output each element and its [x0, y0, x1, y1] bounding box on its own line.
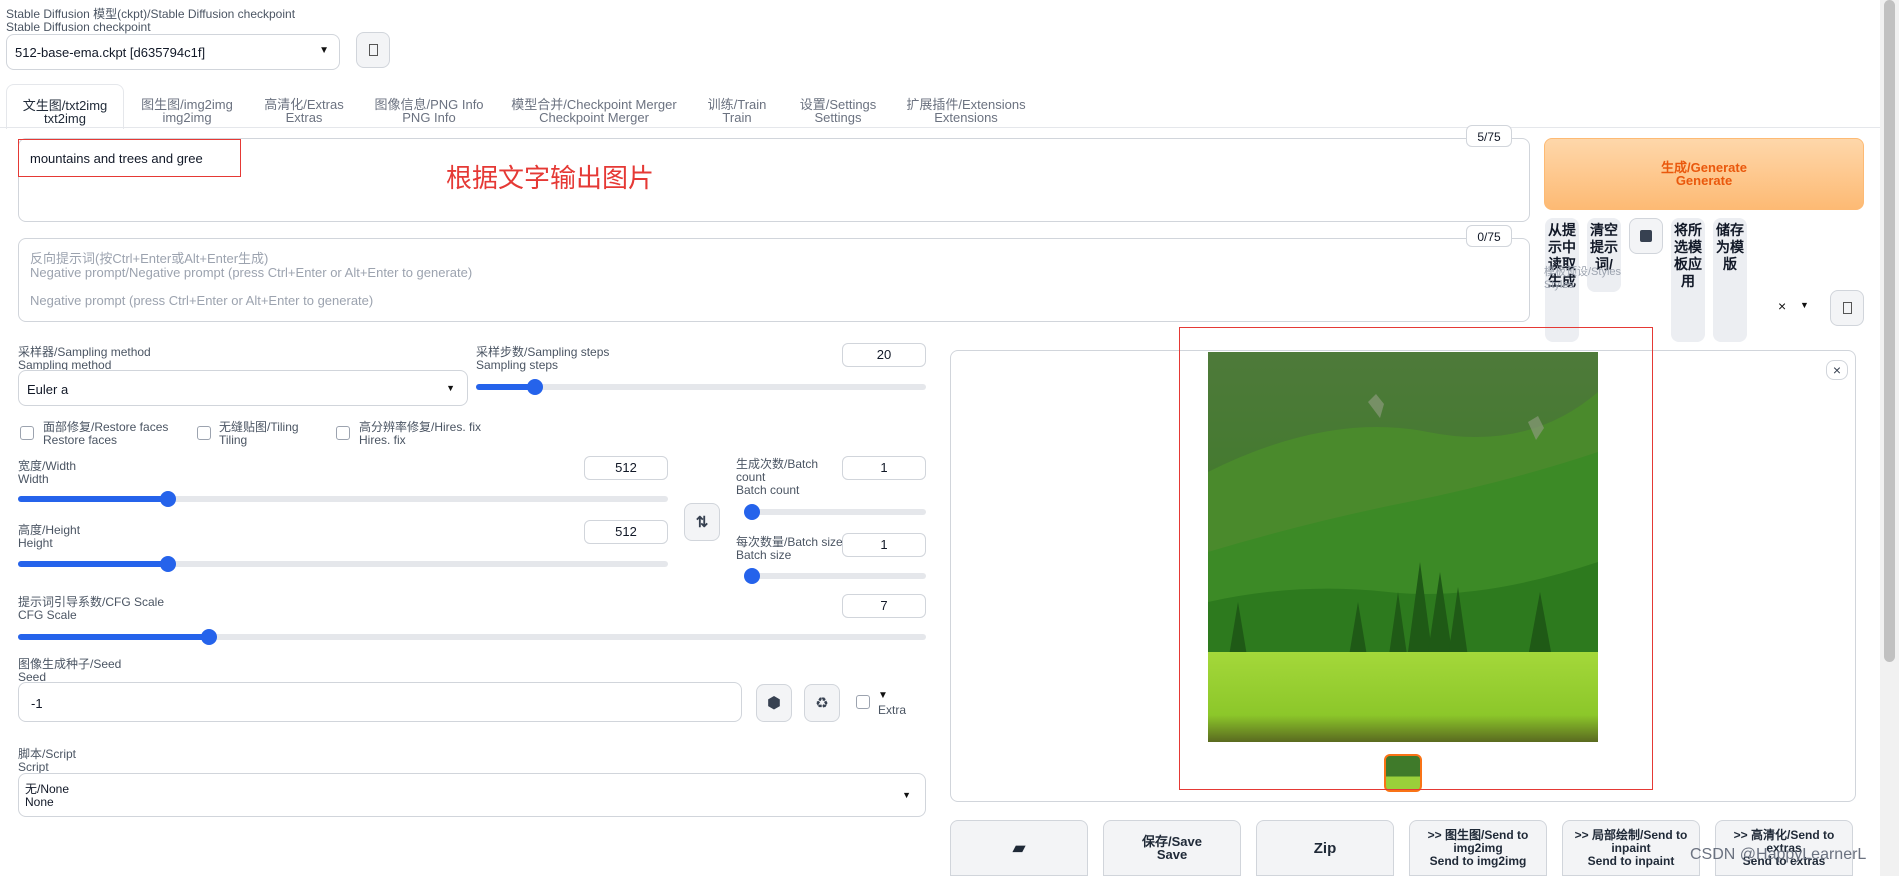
reuse-seed-button[interactable]: ♻	[804, 684, 840, 722]
sampling-method-label: 采样器/Sampling method Sampling method	[18, 345, 151, 372]
extra-seed-label: Extra	[878, 703, 907, 717]
scrollbar-thumb[interactable]	[1884, 0, 1895, 662]
negative-prompt-token-counter: 0/75	[1466, 225, 1512, 247]
chevron-down-icon: ▼	[446, 383, 455, 393]
extra-seed-checkbox[interactable]	[856, 695, 870, 709]
width-slider[interactable]	[18, 491, 668, 507]
slider-thumb[interactable]	[159, 491, 176, 507]
slider-thumb[interactable]	[526, 379, 543, 395]
tab-txt2img[interactable]: 文生图/txt2img txt2img	[6, 84, 124, 129]
cfg-scale-slider[interactable]	[18, 629, 926, 645]
prompt-token-counter: 5/75	[1466, 125, 1512, 147]
checkpoint-label: Stable Diffusion 模型(ckpt)/Stable Diffusi…	[6, 7, 296, 34]
slider-thumb[interactable]	[159, 556, 176, 572]
sampling-steps-label: 采样步数/Sampling steps Sampling steps	[476, 345, 610, 372]
script-select[interactable]: 无/None None ▼	[18, 773, 926, 817]
height-label: 高度/Height Height	[18, 523, 81, 550]
watermark: CSDN @HappyLearnerL	[1690, 846, 1867, 863]
hires-fix-label: 高分辨率修复/Hires. fix Hires. fix	[359, 420, 482, 447]
styles-clear-icon[interactable]: ×	[1778, 298, 1786, 314]
refresh-icon	[1842, 302, 1852, 314]
extra-networks-button[interactable]	[1629, 218, 1663, 254]
prompt-highlight-box	[18, 139, 241, 177]
prompt-input[interactable]	[18, 138, 1530, 222]
send-to-img2img-button[interactable]: >> 图生图/Send to img2img Send to img2img	[1409, 820, 1547, 876]
styles-select[interactable]: × ▼	[1544, 290, 1820, 324]
restore-faces-checkbox[interactable]	[20, 426, 34, 440]
chevron-down-icon: ▼	[1800, 300, 1809, 310]
restore-faces-label: 面部修复/Restore faces Restore faces	[43, 420, 169, 447]
checkpoint-value: 512-base-ema.ckpt [d635794c1f]	[15, 45, 206, 60]
batch-size-input[interactable]: 1	[842, 533, 926, 557]
chevron-down-icon: ▼	[902, 790, 911, 800]
sampling-method-select[interactable]: Euler a ▼	[18, 370, 468, 406]
close-icon[interactable]: ×	[1826, 360, 1848, 380]
zip-button[interactable]: Zip	[1256, 820, 1394, 876]
checkpoint-select[interactable]: 512-base-ema.ckpt [d635794c1f] ▼	[6, 34, 340, 70]
seed-label: 图像生成种子/Seed Seed	[18, 657, 122, 684]
sampling-method-value: Euler a	[27, 382, 69, 397]
generate-button[interactable]: 生成/Generate Generate	[1544, 138, 1864, 210]
height-input[interactable]: 512	[584, 520, 668, 544]
vertical-scrollbar[interactable]	[1880, 0, 1899, 876]
negative-prompt-placeholder: 反向提示词(按Ctrl+Enter或Alt+Enter生成) Negative …	[30, 251, 473, 308]
seed-value: -1	[31, 696, 43, 711]
tab-img2img[interactable]: 图生图/img2img img2img	[130, 98, 244, 124]
sampling-steps-input[interactable]: 20	[842, 343, 926, 367]
tab-divider	[0, 127, 1880, 128]
batch-count-label: 生成次数/Batch count Batch count	[736, 457, 819, 497]
refresh-checkpoint-button[interactable]	[356, 32, 390, 68]
tab-extras[interactable]: 高清化/Extras Extras	[254, 98, 354, 124]
tiling-label: 无缝贴图/Tiling Tiling	[219, 420, 299, 447]
hires-fix-checkbox[interactable]	[336, 426, 350, 440]
tiling-checkbox[interactable]	[197, 426, 211, 440]
tab-settings[interactable]: 设置/Settings Settings	[790, 98, 886, 124]
random-seed-button[interactable]: ⬢	[756, 684, 792, 722]
batch-size-label: 每次数量/Batch size Batch size	[736, 535, 843, 562]
height-slider[interactable]	[18, 556, 668, 572]
batch-count-slider[interactable]	[744, 504, 926, 520]
slider-thumb[interactable]	[200, 629, 217, 645]
dice-icon: ⬢	[767, 695, 781, 712]
recycle-icon: ♻	[815, 695, 829, 712]
seed-input[interactable]: -1	[18, 682, 742, 722]
batch-size-slider[interactable]	[744, 568, 926, 584]
cfg-scale-input[interactable]: 7	[842, 594, 926, 618]
tab-extensions[interactable]: 扩展插件/Extensions Extensions	[896, 98, 1036, 124]
styles-label: 模板预设/Styles Styles	[1544, 266, 1622, 291]
script-label: 脚本/Script Script	[18, 747, 77, 774]
slider-thumb[interactable]	[744, 504, 760, 520]
open-folder-button[interactable]: ▰	[950, 820, 1088, 876]
swap-icon: ⇅	[695, 514, 709, 531]
slider-thumb[interactable]	[744, 568, 760, 584]
sampling-steps-slider[interactable]	[476, 379, 926, 395]
refresh-styles-button[interactable]	[1830, 290, 1864, 326]
swap-dimensions-button[interactable]: ⇅	[684, 503, 720, 541]
script-value: 无/None None	[25, 782, 70, 809]
annotation-text: 根据文字输出图片	[446, 163, 655, 193]
image-highlight-box	[1179, 327, 1653, 790]
tab-checkpoint-merger[interactable]: 模型合并/Checkpoint Merger Checkpoint Merger	[504, 98, 684, 124]
tab-png-info[interactable]: 图像信息/PNG Info PNG Info	[364, 98, 494, 124]
chevron-down-icon: ▼	[319, 45, 329, 56]
triangle-down-icon: ▼	[878, 690, 888, 701]
send-to-inpaint-button[interactable]: >> 局部绘制/Send to inpaint Send to inpaint	[1562, 820, 1700, 876]
picture-icon	[1640, 230, 1652, 242]
folder-icon: ▰	[1012, 839, 1026, 857]
tab-train[interactable]: 训练/Train Train	[694, 98, 780, 124]
refresh-icon	[368, 44, 378, 56]
cfg-scale-label: 提示词引导系数/CFG Scale CFG Scale	[18, 595, 165, 622]
save-button[interactable]: 保存/Save Save	[1103, 820, 1241, 876]
width-input[interactable]: 512	[584, 456, 668, 480]
width-label: 宽度/Width Width	[18, 459, 77, 486]
batch-count-input[interactable]: 1	[842, 456, 926, 480]
